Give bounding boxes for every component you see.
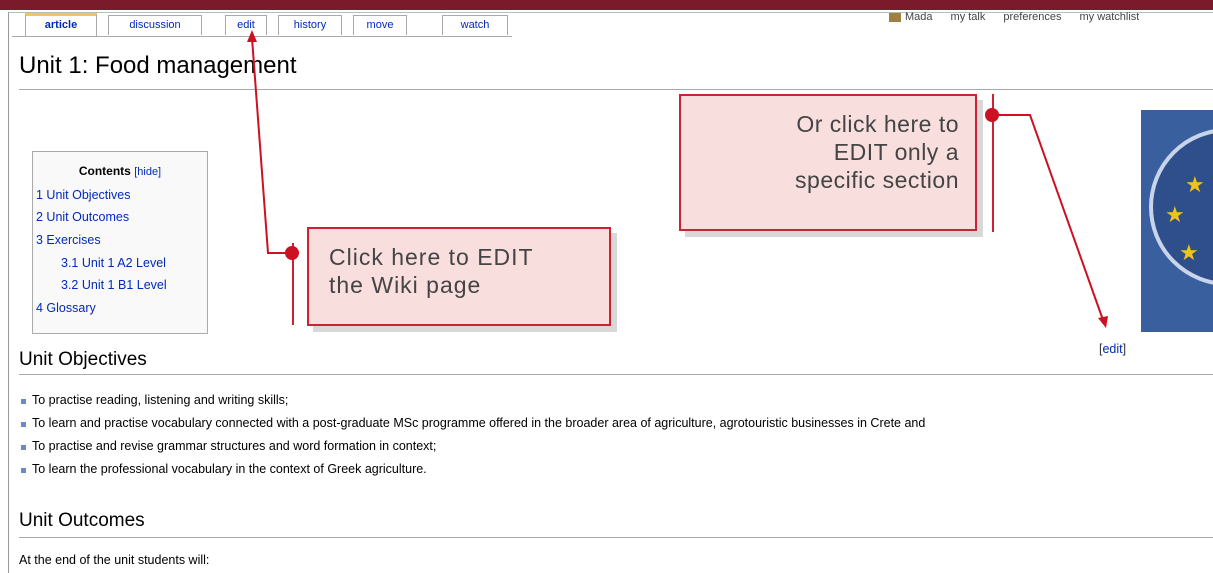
- section-edit-link[interactable]: [edit]: [1099, 342, 1126, 356]
- heading-unit-outcomes: Unit Outcomes: [19, 510, 145, 531]
- arrowhead-icon: [247, 30, 257, 42]
- bullet-icon: [21, 445, 26, 450]
- bullet-icon: [21, 468, 26, 473]
- outcomes-intro: At the end of the unit students will:: [19, 553, 210, 567]
- annotation-arrows: [247, 30, 1108, 328]
- edit-bracket-close: ]: [1122, 342, 1127, 356]
- arrow-to-edit-tab: [251, 37, 290, 254]
- bullet-icon: [21, 422, 26, 427]
- list-item-text: To practise and revise grammar structure…: [32, 439, 437, 453]
- list-item-text: To learn the professional vocabulary in …: [32, 462, 427, 476]
- section-edit-label[interactable]: edit: [1102, 342, 1122, 356]
- heading-divider: [19, 537, 1213, 538]
- list-item-text: To learn and practise vocabulary connect…: [32, 416, 926, 430]
- arrowhead-icon: [1098, 316, 1108, 328]
- heading-divider: [19, 374, 1213, 375]
- heading-unit-objectives: Unit Objectives: [19, 349, 147, 370]
- arrow-to-section-edit: [992, 114, 1104, 321]
- bullet-icon: [21, 399, 26, 404]
- list-item-text: To practise reading, listening and writi…: [32, 393, 289, 407]
